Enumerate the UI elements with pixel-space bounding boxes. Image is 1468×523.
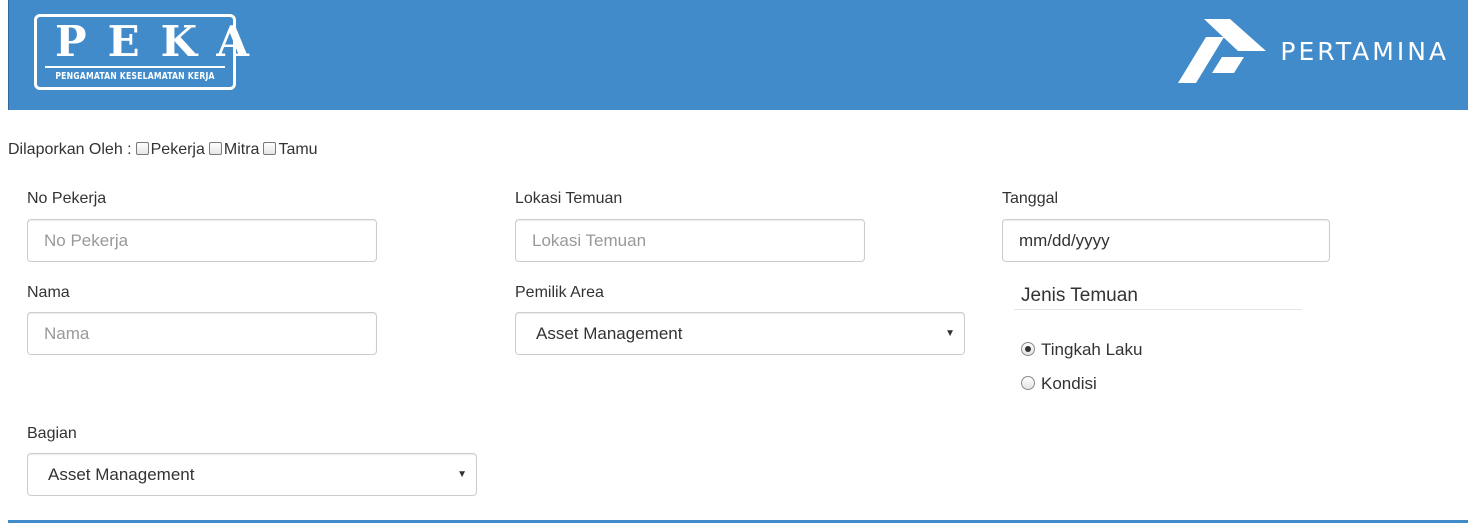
peka-logo-title: PEKA: [55, 17, 270, 66]
peka-logo-subtitle: PENGAMATAN KESELAMATAN KERJA: [55, 71, 215, 82]
lokasi-temuan-label: Lokasi Temuan: [515, 190, 623, 207]
pemilik-area-select[interactable]: Asset Management ▼: [515, 312, 965, 355]
reported-by-label: Dilaporkan Oleh :: [8, 141, 132, 158]
tanggal-label: Tanggal: [1002, 190, 1059, 207]
radio-kondisi-label: Kondisi: [1041, 374, 1097, 393]
pemilik-area-label: Pemilik Area: [515, 284, 604, 301]
checkbox-pekerja[interactable]: [135, 141, 149, 155]
nama-input[interactable]: [27, 312, 377, 355]
radio-tingkah-laku[interactable]: [1021, 342, 1035, 356]
pertamina-logo-icon: [1178, 19, 1267, 83]
pertamina-brand: PERTAMINA: [1176, 17, 1449, 85]
bagian-label: Bagian: [27, 425, 77, 442]
jenis-temuan-divider: [1014, 309, 1302, 310]
nama-label: Nama: [27, 284, 70, 301]
pemilik-area-select-value: Asset Management: [536, 323, 683, 343]
peka-logo[interactable]: PEKA PENGAMATAN KESELAMATAN KERJA: [34, 14, 270, 90]
bagian-select-value: Asset Management: [48, 464, 195, 484]
checkbox-pekerja-label: Pekerja: [150, 141, 205, 158]
radio-option-tingkah-laku[interactable]: Tingkah Laku: [1021, 340, 1142, 360]
pertamina-brand-name: PERTAMINA: [1280, 36, 1449, 66]
no-pekerja-input[interactable]: [27, 219, 377, 262]
checkbox-mitra-label: Mitra: [223, 141, 260, 158]
page-header: PEKA PENGAMATAN KESELAMATAN KERJA PERTAM…: [8, 0, 1468, 110]
chevron-down-icon: ▼: [945, 328, 955, 339]
tanggal-date-input[interactable]: mm/dd/yyyy: [1002, 219, 1330, 262]
no-pekerja-label: No Pekerja: [27, 190, 107, 207]
checkbox-tamu[interactable]: [263, 141, 277, 155]
chevron-down-icon: ▼: [457, 469, 467, 480]
reported-by-group: Dilaporkan Oleh : Pekerja Mitra Tamu: [8, 139, 318, 161]
checkbox-tamu-label: Tamu: [278, 141, 318, 158]
bagian-select[interactable]: Asset Management ▼: [27, 453, 477, 496]
lokasi-temuan-input[interactable]: [515, 219, 865, 262]
peka-logo-divider: [45, 66, 225, 68]
radio-kondisi[interactable]: [1021, 376, 1035, 390]
tanggal-date-placeholder: mm/dd/yyyy: [1019, 230, 1110, 250]
checkbox-mitra[interactable]: [208, 141, 222, 155]
radio-tingkah-laku-label: Tingkah Laku: [1041, 340, 1143, 359]
jenis-temuan-title: Jenis Temuan: [1021, 285, 1138, 306]
radio-option-kondisi[interactable]: Kondisi: [1021, 374, 1097, 394]
